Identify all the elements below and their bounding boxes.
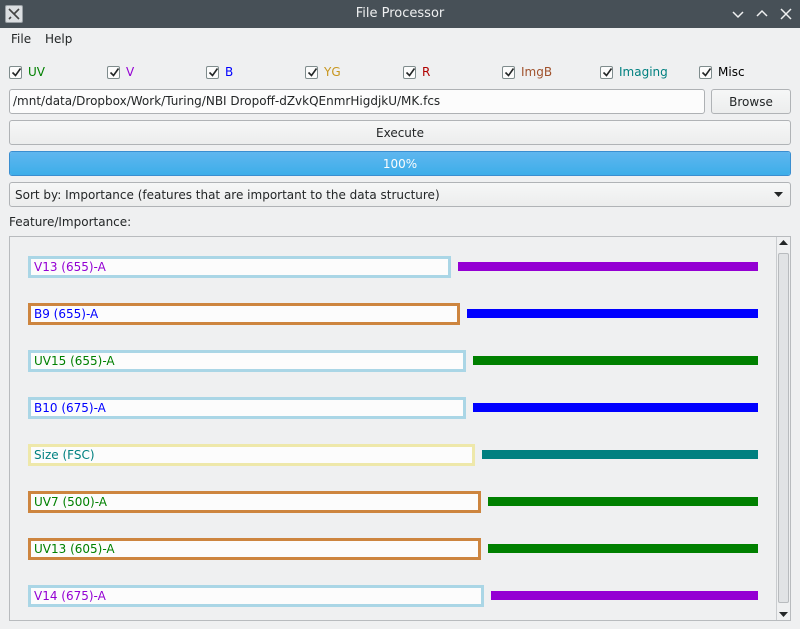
checkbox-box[interactable]	[699, 65, 712, 79]
progress-text: 100%	[382, 157, 418, 171]
checkmark-icon	[208, 67, 219, 77]
checkbox-label: UV	[28, 65, 45, 79]
menu-help[interactable]: Help	[43, 32, 74, 46]
importance-bar	[488, 497, 758, 506]
scroll-up-icon[interactable]	[779, 239, 788, 245]
menu-file[interactable]: File	[9, 32, 33, 46]
progress-bar: 100%	[9, 151, 791, 176]
browse-button[interactable]: Browse	[711, 89, 791, 114]
scrollbar-thumb[interactable]	[778, 253, 789, 603]
checkbox-label: YG	[324, 65, 341, 79]
checkbox-yg[interactable]: YG	[305, 64, 341, 80]
checkmark-icon	[602, 67, 613, 77]
checkbox-box[interactable]	[502, 65, 515, 79]
checkbox-box[interactable]	[403, 65, 416, 79]
feature-name[interactable]: B10 (675)-A	[28, 397, 466, 419]
window-title: File Processor	[355, 6, 445, 21]
checkmark-icon	[504, 67, 515, 77]
importance-bar	[473, 403, 758, 412]
checkbox-label: B	[225, 65, 234, 79]
sort-selected-value: Sort by: Importance (features that are i…	[15, 188, 440, 202]
execute-button[interactable]: Execute	[9, 120, 791, 145]
importance-bar	[467, 309, 758, 318]
scroll-down-icon[interactable]	[779, 612, 788, 618]
checkmark-icon	[405, 67, 416, 77]
chevron-down-icon	[774, 192, 783, 197]
checkmark-icon	[11, 67, 22, 77]
checkbox-imaging[interactable]: Imaging	[600, 64, 668, 80]
feature-name[interactable]: Size (FSC)	[28, 444, 475, 466]
importance-bar	[458, 262, 758, 271]
importance-bar	[488, 544, 758, 553]
checkbox-box[interactable]	[107, 65, 120, 79]
checkbox-box[interactable]	[206, 65, 219, 79]
feature-importance-label: Feature/Importance:	[9, 215, 132, 229]
close-icon[interactable]	[777, 5, 795, 23]
checkbox-r[interactable]: R	[403, 64, 430, 80]
minimize-icon[interactable]	[729, 5, 747, 23]
importance-bar	[491, 591, 758, 600]
importance-bar	[473, 356, 758, 365]
feature-list: V13 (655)-A B9 (655)-A UV15 (655)-A B10 (67…	[9, 236, 791, 621]
checkbox-label: R	[422, 65, 431, 79]
checkbox-uv[interactable]: UV	[9, 64, 45, 80]
feature-list-scrollbar[interactable]	[776, 237, 790, 620]
feature-name[interactable]: V13 (655)-A	[28, 256, 451, 278]
checkbox-box[interactable]	[600, 65, 613, 79]
checkbox-v[interactable]: V	[107, 64, 134, 80]
checkbox-b[interactable]: B	[206, 64, 233, 80]
feature-name[interactable]: UV7 (500)-A	[28, 491, 481, 513]
feature-name[interactable]: V14 (675)-A	[28, 585, 484, 607]
checkbox-box[interactable]	[305, 65, 318, 79]
checkmark-icon	[307, 67, 318, 77]
maximize-icon[interactable]	[753, 5, 771, 23]
importance-bar	[482, 450, 758, 459]
checkbox-label: V	[126, 65, 135, 79]
menu-bar: File Help	[0, 28, 800, 52]
title-bar: File Processor	[0, 0, 800, 28]
feature-name[interactable]: UV13 (605)-A	[28, 538, 481, 560]
checkmark-icon	[109, 67, 120, 77]
feature-name[interactable]: UV15 (655)-A	[28, 350, 466, 372]
checkbox-misc[interactable]: Misc	[699, 64, 745, 80]
checkbox-label: Imaging	[619, 65, 668, 79]
checkmark-icon	[701, 67, 712, 77]
checkbox-box[interactable]	[9, 65, 22, 79]
checkbox-label: ImgB	[521, 65, 553, 79]
sort-dropdown[interactable]: Sort by: Importance (features that are i…	[9, 182, 791, 207]
checkbox-imgb[interactable]: ImgB	[502, 64, 552, 80]
feature-name[interactable]: B9 (655)-A	[28, 303, 460, 325]
file-path-input[interactable]: /mnt/data/Dropbox/Work/Turing/NBI Dropof…	[9, 89, 705, 114]
checkbox-label: Misc	[718, 65, 745, 79]
